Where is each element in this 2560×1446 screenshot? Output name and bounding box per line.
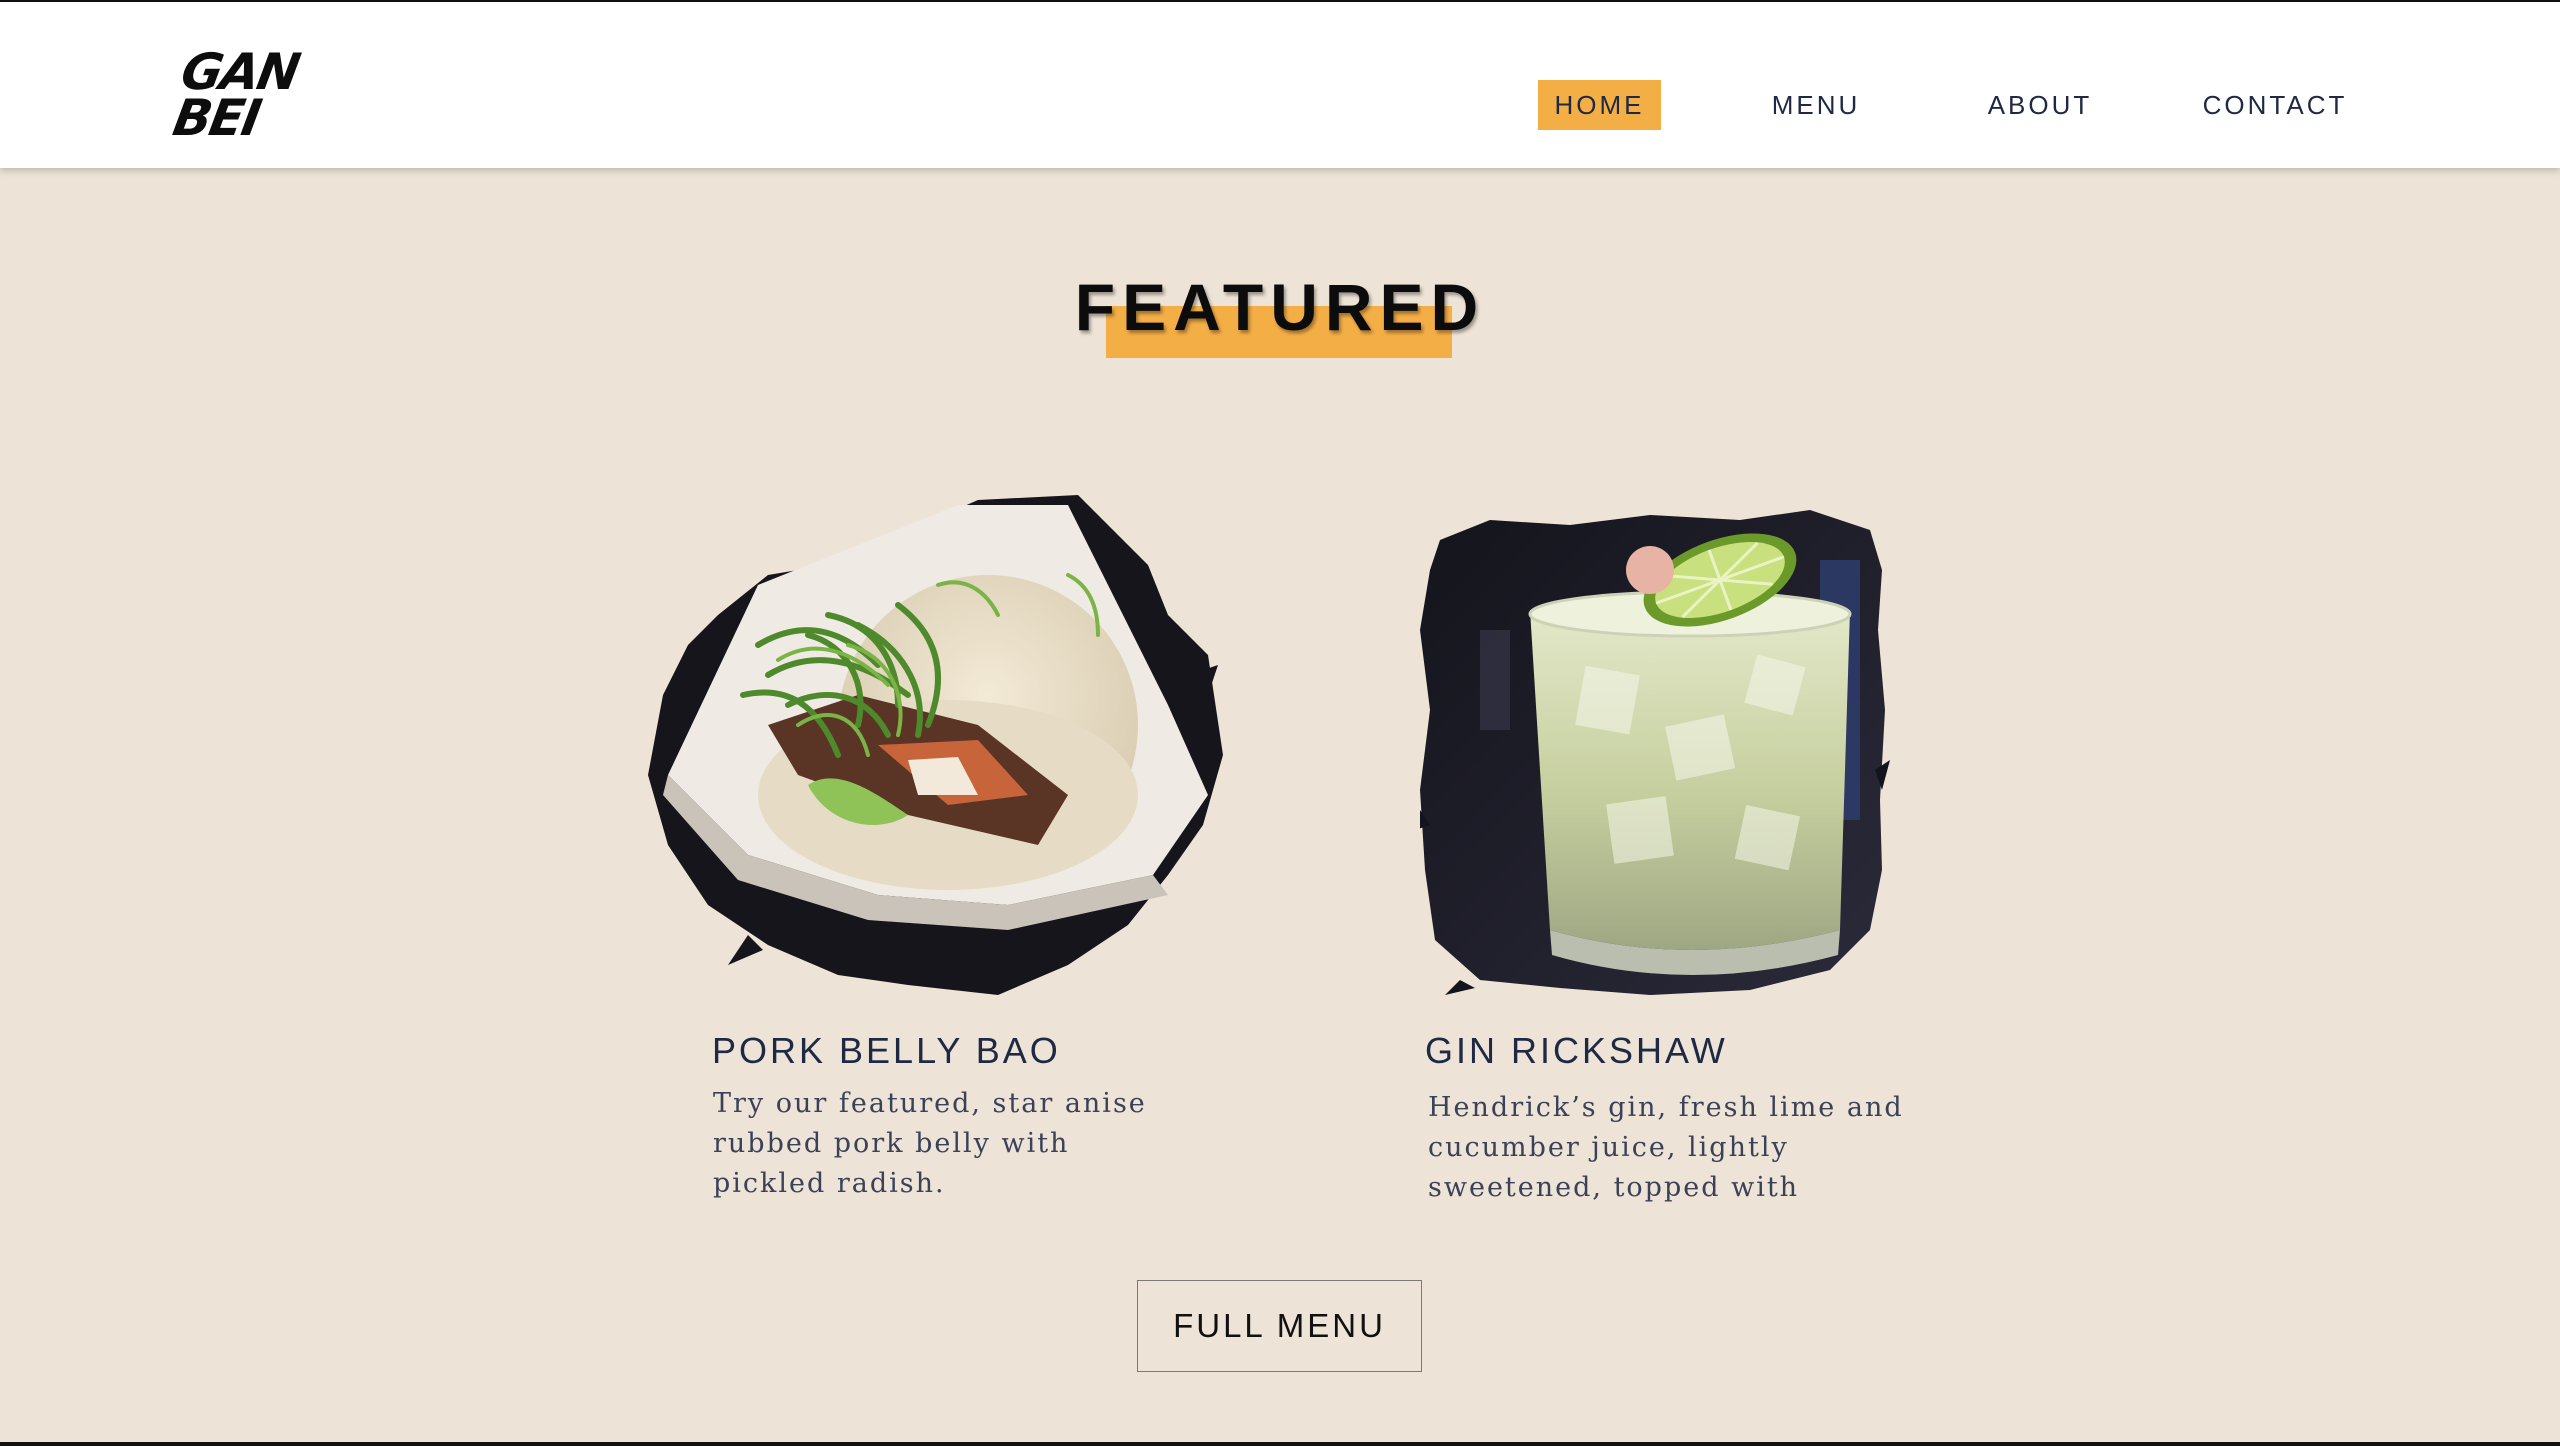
- featured-title: FEATURED: [1074, 270, 1486, 344]
- item-title-gin-rickshaw: GIN RICKSHAW: [1425, 1030, 1728, 1071]
- site-header: GAN BEI HOME MENU ABOUT CONTACT: [0, 2, 2560, 168]
- gin-rickshaw-photo-icon: [1420, 510, 1890, 995]
- nav-menu[interactable]: MENU: [1756, 80, 1876, 130]
- pork-belly-bao-image: [648, 495, 1223, 995]
- pork-belly-bao-photo-icon: [648, 495, 1223, 995]
- nav-about[interactable]: ABOUT: [1980, 80, 2100, 130]
- logo[interactable]: GAN BEI: [168, 40, 303, 150]
- item-description-gin-rickshaw: Hendrick’s gin, fresh lime and cucumber …: [1428, 1092, 1904, 1203]
- item-title-pork-belly-bao: PORK BELLY BAO: [712, 1030, 1061, 1071]
- nav-home[interactable]: HOME: [1538, 80, 1661, 130]
- logo-text-line2: BEI: [168, 89, 264, 147]
- item-description-pork-belly-bao: Try our featured, star anise rubbed pork…: [713, 1088, 1147, 1199]
- gin-rickshaw-image: [1420, 510, 1890, 995]
- nav-contact[interactable]: CONTACT: [2200, 80, 2350, 130]
- bottom-border: [0, 1442, 2560, 1446]
- full-menu-button[interactable]: FULL MENU: [1137, 1280, 1422, 1372]
